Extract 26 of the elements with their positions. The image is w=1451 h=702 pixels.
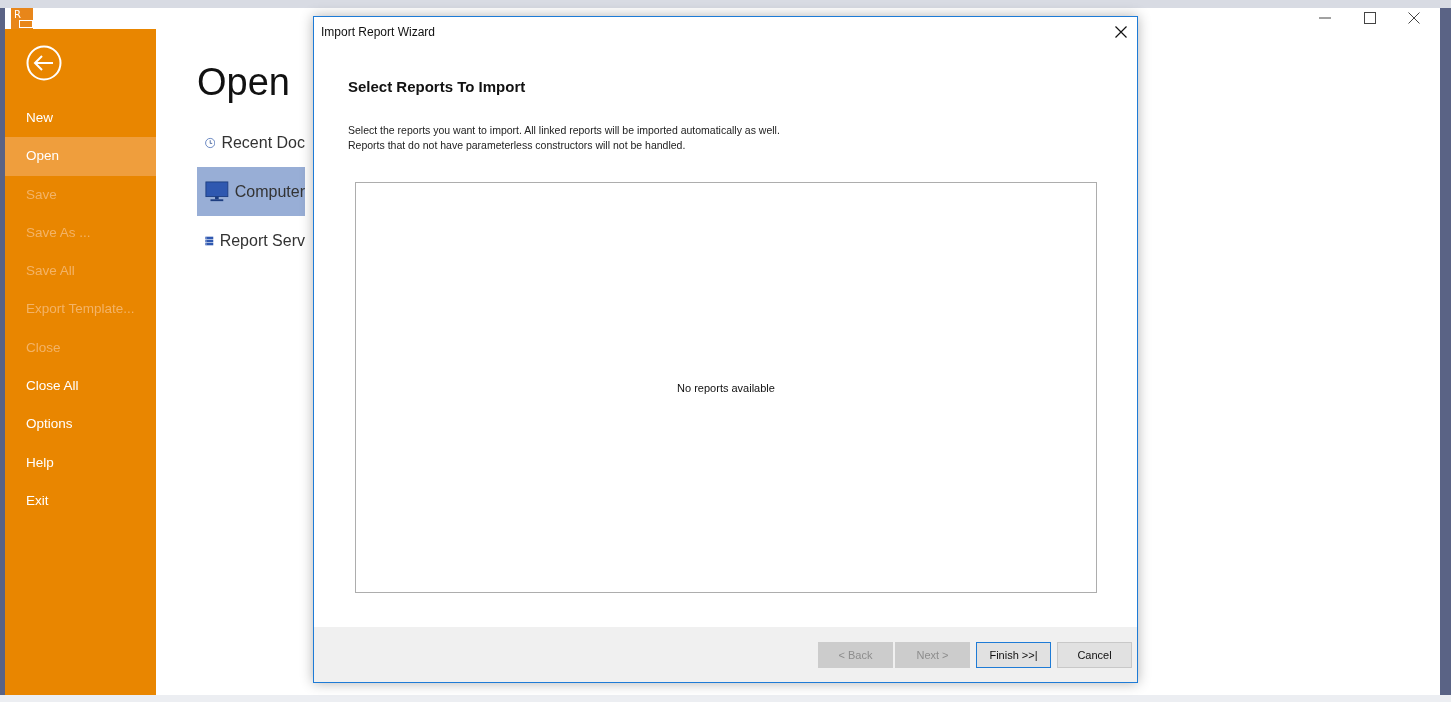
wizard-heading: Select Reports To Import (348, 78, 526, 95)
maximize-icon[interactable] (1364, 12, 1376, 24)
report-list[interactable]: No reports available (355, 182, 1097, 593)
sidebar-item[interactable]: Options (5, 405, 156, 444)
location-label: Computer (234, 182, 305, 201)
close-icon[interactable] (1115, 25, 1127, 38)
location-item[interactable]: Computer (197, 167, 305, 216)
location-label: Recent Doc (221, 133, 305, 152)
instruction-text: Select the reports you want to import. All linked reports will be imported automatically as well. (348, 123, 780, 138)
sidebar-item[interactable]: Help (5, 443, 156, 482)
dialog-title: Import Report Wizard (321, 24, 436, 39)
page-title: Open (197, 61, 290, 104)
sidebar-item[interactable]: Close All (5, 367, 156, 406)
wizard-button[interactable]: Cancel (1057, 641, 1132, 668)
app-logo: R (11, 8, 33, 29)
location-label: Report Serv (219, 231, 305, 250)
sidebar-item[interactable]: Open (5, 137, 156, 176)
location-item[interactable]: Recent Doc (197, 118, 305, 167)
close-icon[interactable] (1408, 12, 1420, 24)
location-item[interactable]: Report Serv (197, 216, 305, 265)
sidebar-item[interactable]: Exit (5, 481, 156, 521)
sidebar-item[interactable]: New (5, 99, 156, 138)
instruction-text: Reports that do not have parameterless constructors will not be handled. (348, 138, 686, 153)
empty-message: No reports available (677, 381, 775, 394)
back-icon[interactable] (26, 45, 62, 81)
wizard-button[interactable]: Finish >>| (976, 641, 1051, 668)
